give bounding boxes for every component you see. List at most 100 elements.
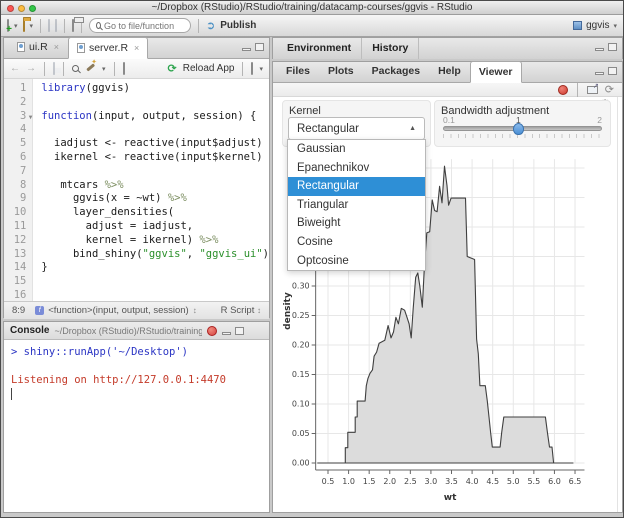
project-menu-button[interactable]: ggvis ▾ <box>573 20 617 31</box>
minimize-pane-icon[interactable] <box>595 48 604 51</box>
file-type-label: R Script <box>221 305 255 316</box>
dropdown-option-epanechnikov[interactable]: Epanechnikov <box>288 159 425 178</box>
new-file-icon[interactable] <box>7 20 9 31</box>
open-in-new-window-icon[interactable] <box>587 86 598 94</box>
svg-text:5.0: 5.0 <box>507 477 520 486</box>
titlebar: ~/Dropbox (RStudio)/RStudio/training/dat… <box>1 1 623 15</box>
dropdown-option-triangular[interactable]: Triangular <box>288 196 425 215</box>
open-file-caret-icon[interactable]: ▾ <box>30 22 34 30</box>
tab-ui-r[interactable]: ui.R × <box>8 37 68 58</box>
maximize-pane-icon[interactable] <box>608 43 617 51</box>
tab-plots[interactable]: Plots <box>319 61 363 82</box>
compile-report-icon[interactable] <box>123 63 125 74</box>
code-tools-wand-icon[interactable] <box>85 62 96 76</box>
file-type-selector[interactable]: R Script ↕ <box>221 305 261 316</box>
slider-handle[interactable] <box>513 123 524 135</box>
code-line[interactable]: function(input, output, session) { <box>41 110 269 124</box>
bandwidth-slider[interactable]: 0.1 1 2 <box>443 115 602 138</box>
reload-app-button[interactable]: Reload App <box>183 63 235 74</box>
minimize-pane-icon[interactable] <box>222 332 231 335</box>
open-file-icon[interactable] <box>23 20 25 31</box>
code-editor[interactable]: 123▼45678910111213141516 library(ggvis) … <box>4 79 269 301</box>
maximize-pane-icon[interactable] <box>608 67 617 75</box>
editor-code[interactable]: library(ggvis) function(input, output, s… <box>33 79 269 301</box>
dropdown-option-gaussian[interactable]: Gaussian <box>288 140 425 159</box>
dropdown-option-cosine[interactable]: Cosine <box>288 233 425 252</box>
fold-icon[interactable]: ▼ <box>29 111 33 125</box>
code-line[interactable]: kernel = ikernel) %>% <box>41 234 269 248</box>
code-line[interactable]: iadjust <- reactive(input$adjust) <box>41 137 269 151</box>
kernel-select[interactable]: Rectangular ▲ <box>288 117 425 140</box>
tab-files[interactable]: Files <box>277 61 319 82</box>
console-busy-icon[interactable] <box>207 326 217 336</box>
env-tabs: EnvironmentHistory <box>277 38 419 59</box>
svg-text:3.0: 3.0 <box>425 477 438 486</box>
save-icon[interactable] <box>53 63 55 74</box>
dropdown-option-biweight[interactable]: Biweight <box>288 214 425 233</box>
scope-selector[interactable]: f <function>(input, output, session) ↕ <box>35 305 196 316</box>
line-number: 15 <box>4 275 26 289</box>
minimize-pane-icon[interactable] <box>242 48 251 51</box>
close-tab-icon[interactable]: × <box>54 42 59 52</box>
line-number: 3▼ <box>4 110 26 124</box>
save-all-icon[interactable] <box>55 20 57 31</box>
reload-app-icon[interactable]: ⟳ <box>168 62 177 75</box>
print-icon[interactable] <box>72 20 74 31</box>
close-tab-icon[interactable]: × <box>134 43 139 53</box>
slider-min-label: 0.1 <box>443 115 455 125</box>
svg-text:5.5: 5.5 <box>527 477 540 486</box>
code-tools-caret-icon[interactable]: ▾ <box>102 65 106 73</box>
svg-text:0.00: 0.00 <box>292 459 310 468</box>
svg-text:wt: wt <box>444 493 457 503</box>
console-output[interactable]: > shiny::runApp('~/Desktop') Listening o… <box>4 340 269 405</box>
tab-help[interactable]: Help <box>429 61 470 82</box>
code-line[interactable] <box>41 289 269 301</box>
back-icon[interactable]: ← <box>10 63 20 74</box>
stop-app-icon[interactable] <box>558 85 568 95</box>
svg-text:1.5: 1.5 <box>363 477 376 486</box>
run-app-caret-icon[interactable]: ▾ <box>259 65 263 73</box>
tab-server-r[interactable]: server.R× <box>68 37 148 59</box>
editor-tabs: ui.R×server.R× <box>8 37 148 58</box>
goto-file-input[interactable] <box>104 21 184 31</box>
goto-file-box[interactable] <box>89 18 191 33</box>
code-line[interactable]: ikernel <- reactive(input$kernel) <box>41 151 269 165</box>
forward-icon[interactable]: → <box>26 63 36 74</box>
code-line[interactable]: mtcars %>% <box>41 179 269 193</box>
code-line[interactable]: bind_shiny("ggvis", "ggvis_ui") <box>41 248 269 262</box>
refresh-icon[interactable]: ⟳ <box>605 85 614 95</box>
run-app-options-icon[interactable] <box>251 63 253 74</box>
slider-track[interactable] <box>443 126 602 131</box>
svg-text:0.25: 0.25 <box>292 311 310 320</box>
dropdown-option-rectangular[interactable]: Rectangular <box>288 177 425 196</box>
find-icon[interactable] <box>72 65 79 72</box>
maximize-pane-icon[interactable] <box>255 43 264 51</box>
console-tab[interactable]: Console <box>10 325 49 336</box>
toolbar-separator <box>40 19 41 33</box>
code-line[interactable]: ggvis(x = ~wt) %>% <box>41 192 269 206</box>
code-line[interactable]: adjust = iadjust, <box>41 220 269 234</box>
code-line[interactable] <box>41 275 269 289</box>
maximize-pane-icon[interactable] <box>235 327 244 335</box>
tab-label: ui.R <box>29 41 48 53</box>
publish-button[interactable]: Publish <box>220 20 256 31</box>
code-line[interactable] <box>41 123 269 137</box>
toolbar-separator <box>64 19 65 33</box>
code-line[interactable] <box>41 96 269 110</box>
editor-toolbar: ← → ▾ ⟳ Reload App ▾ <box>4 59 269 79</box>
code-line[interactable]: layer_densities( <box>41 206 269 220</box>
tab-viewer[interactable]: Viewer <box>470 61 522 83</box>
code-line[interactable] <box>41 165 269 179</box>
dropdown-option-optcosine[interactable]: Optcosine <box>288 252 425 271</box>
tab-packages[interactable]: Packages <box>363 61 429 82</box>
console-header: Console ~/Dropbox (RStudio)/RStudio/trai… <box>4 322 269 340</box>
minimize-pane-icon[interactable] <box>595 72 604 75</box>
kernel-dropdown-list: GaussianEpanechnikovRectangularTriangula… <box>287 139 426 271</box>
tab-environment[interactable]: Environment <box>277 38 362 59</box>
code-line[interactable]: library(ggvis) <box>41 82 269 96</box>
code-line[interactable]: } <box>41 261 269 275</box>
tab-history[interactable]: History <box>362 38 419 59</box>
new-file-caret-icon[interactable]: ▾ <box>14 22 18 30</box>
publish-icon[interactable]: ➲ <box>206 19 215 32</box>
save-icon[interactable] <box>48 20 50 31</box>
